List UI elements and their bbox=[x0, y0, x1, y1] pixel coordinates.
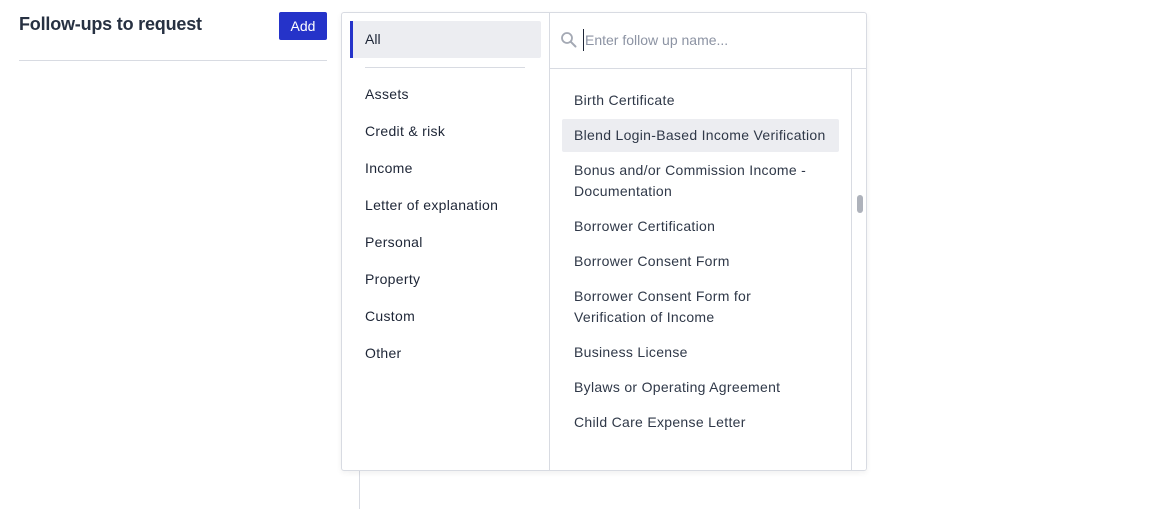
header-divider bbox=[19, 60, 327, 61]
category-item-credit-risk[interactable]: Credit & risk bbox=[342, 120, 549, 157]
category-item-personal[interactable]: Personal bbox=[342, 231, 549, 268]
page-title: Follow-ups to request bbox=[19, 14, 202, 34]
result-item[interactable]: Bylaws or Operating Agreement bbox=[562, 371, 839, 404]
category-divider bbox=[365, 67, 525, 68]
result-item[interactable]: Borrower Certification bbox=[562, 210, 839, 243]
category-item-letter-of-explanation[interactable]: Letter of explanation bbox=[342, 194, 549, 231]
category-item-assets[interactable]: Assets bbox=[342, 83, 549, 120]
follow-up-picker-dropdown: All Assets Credit & risk Income Letter o… bbox=[341, 12, 867, 471]
search-icon bbox=[560, 31, 578, 49]
result-item[interactable]: Child Care Expense Letter bbox=[562, 406, 839, 439]
content-divider bbox=[359, 470, 360, 509]
category-item-income[interactable]: Income bbox=[342, 157, 549, 194]
category-pane: All Assets Credit & risk Income Letter o… bbox=[342, 13, 550, 470]
results-list: Birth Certificate Blend Login-Based Inco… bbox=[550, 84, 851, 441]
page: Follow-ups to request Add All Assets Cre… bbox=[0, 0, 1155, 509]
category-item-custom[interactable]: Custom bbox=[342, 305, 549, 342]
result-item[interactable]: Birth Certificate bbox=[562, 84, 839, 117]
search-bar bbox=[550, 13, 866, 69]
result-item[interactable]: Blend Login-Based Income Verification bbox=[562, 119, 839, 152]
result-item[interactable]: Business License bbox=[562, 336, 839, 369]
category-item-all[interactable]: All bbox=[350, 21, 541, 58]
results-scrollbar[interactable] bbox=[851, 69, 866, 470]
category-item-other[interactable]: Other bbox=[342, 342, 549, 379]
category-list: Assets Credit & risk Income Letter of ex… bbox=[342, 83, 549, 379]
category-item-property[interactable]: Property bbox=[342, 268, 549, 305]
category-item-label: All bbox=[365, 31, 381, 47]
add-button[interactable]: Add bbox=[279, 12, 327, 40]
result-item[interactable]: Borrower Consent Form bbox=[562, 245, 839, 278]
result-item[interactable]: Borrower Consent Form for Verification o… bbox=[562, 280, 839, 334]
search-input[interactable] bbox=[583, 29, 855, 51]
results-pane: Birth Certificate Blend Login-Based Inco… bbox=[550, 69, 851, 470]
scrollbar-thumb[interactable] bbox=[857, 195, 863, 213]
selected-indicator bbox=[350, 21, 353, 58]
result-item[interactable]: Bonus and/or Commission Income - Documen… bbox=[562, 154, 839, 208]
